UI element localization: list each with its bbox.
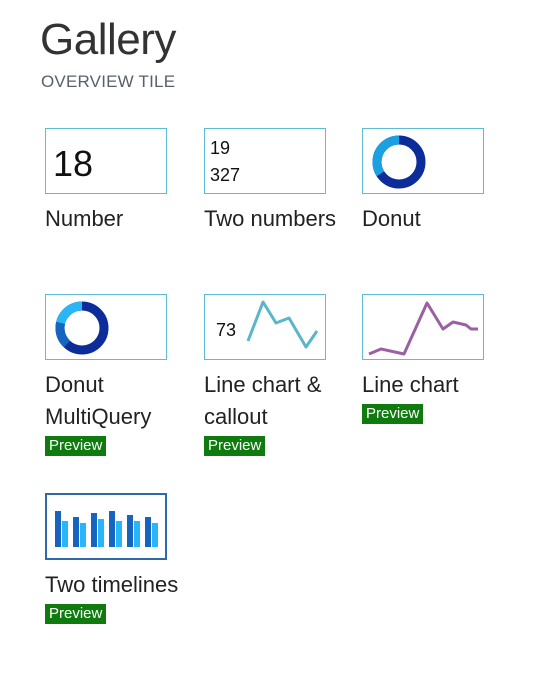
line-chart-icon xyxy=(368,301,478,356)
preview-badge: Preview xyxy=(204,436,266,456)
tile-thumbnail[interactable]: 18 xyxy=(45,128,167,194)
page-title: Gallery xyxy=(40,15,176,64)
line-chart-icon xyxy=(246,300,319,349)
preview-badge: Preview xyxy=(362,404,424,424)
gallery-page: Gallery OVERVIEW TILE 18 Number 19 327 T… xyxy=(0,0,535,692)
tile-label: Two numbers xyxy=(204,206,337,231)
number-value: 18 xyxy=(53,143,94,184)
tile-label: Donut xyxy=(362,206,421,231)
tile-label: Line chart & callout xyxy=(204,372,322,429)
page-subtitle: OVERVIEW TILE xyxy=(41,72,176,91)
tile-thumbnail[interactable]: 73 xyxy=(204,294,326,360)
tile-two-timelines[interactable]: Two timelines Preview xyxy=(45,493,295,624)
tile-label: Line chart xyxy=(362,372,459,397)
preview-badge: Preview xyxy=(45,436,107,456)
number-value-1: 19 xyxy=(210,138,231,158)
tile-thumbnail[interactable]: 19 327 xyxy=(204,128,326,194)
donut-chart-icon xyxy=(372,135,426,189)
tile-thumbnail[interactable] xyxy=(362,128,484,194)
bar-timeline-icon xyxy=(55,511,158,547)
tile-thumbnail[interactable] xyxy=(45,493,167,560)
donut-chart-icon xyxy=(55,301,109,355)
preview-badge: Preview xyxy=(45,604,107,624)
tile-thumbnail[interactable] xyxy=(45,294,167,360)
tile-donut[interactable]: Donut xyxy=(362,128,535,235)
tile-line-chart[interactable]: Line chart Preview xyxy=(362,294,535,424)
number-value-2: 327 xyxy=(210,165,241,185)
tile-label: Two timelines xyxy=(45,572,179,597)
tile-label: Number xyxy=(45,206,124,231)
tile-thumbnail[interactable] xyxy=(362,294,484,360)
tile-label: Donut MultiQuery xyxy=(45,372,152,429)
